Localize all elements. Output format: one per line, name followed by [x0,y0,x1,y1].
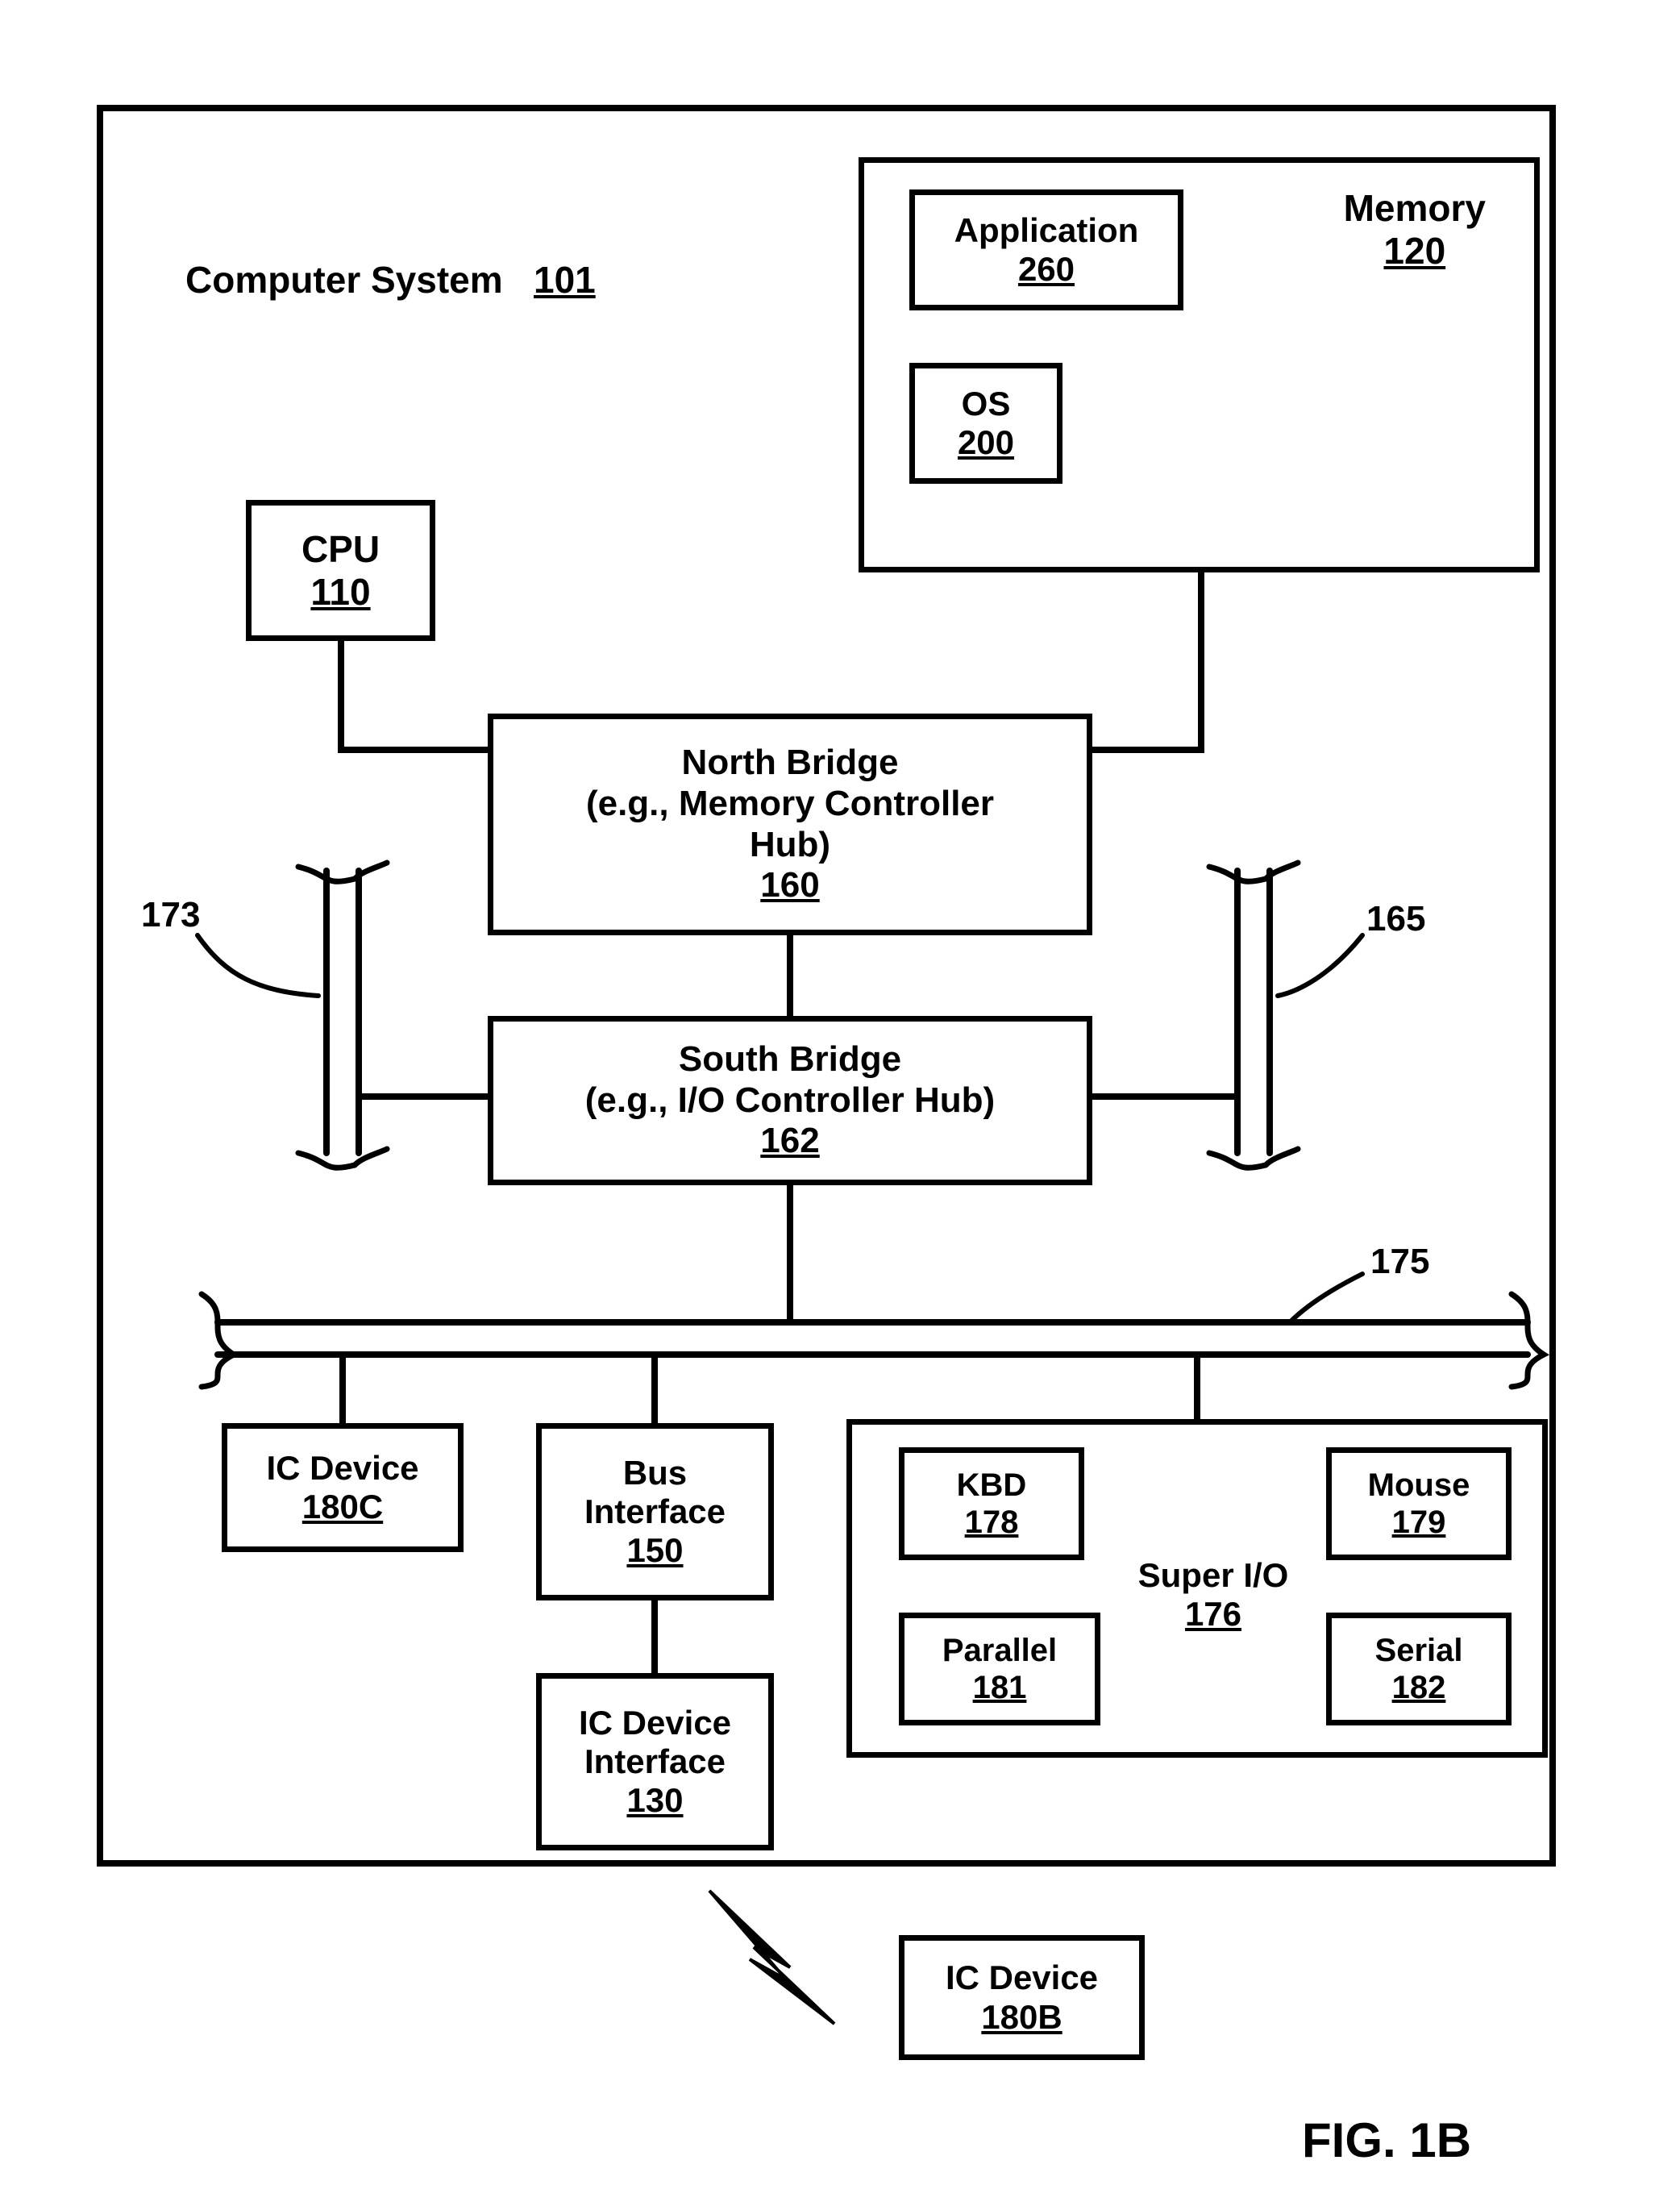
south-line2: (e.g., I/O Controller Hub) [585,1080,995,1122]
superio-text: Super I/O [1125,1556,1302,1595]
ic-device-180c-block: IC Device 180C [222,1423,464,1552]
ic180c-label: IC Device [266,1449,418,1488]
cpu-block: CPU 110 [246,500,435,641]
ic180c-ref: 180C [302,1488,383,1526]
ic180b-label: IC Device [946,1958,1098,1997]
north-line1: North Bridge [682,743,899,784]
serial-block: Serial 182 [1326,1613,1512,1725]
businterface-line2: Interface [584,1492,726,1531]
superio-ref: 176 [1125,1595,1302,1634]
wireless-bolt-icon [709,1891,834,2024]
mouse-block: Mouse 179 [1326,1447,1512,1560]
os-ref: 200 [958,423,1014,462]
south-line1: South Bridge [679,1039,901,1080]
cpu-ref: 110 [310,571,370,614]
parallel-block: Parallel 181 [899,1613,1100,1725]
south-ref: 162 [760,1121,819,1162]
page: Computer System 101 Memory 120 Applicati… [0,0,1680,2206]
bus-interface-block: Bus Interface 150 [536,1423,774,1600]
figure-caption: FIG. 1B [1302,2112,1471,2168]
north-bridge-block: North Bridge (e.g., Memory Controller Hu… [488,714,1092,935]
parallel-ref: 181 [973,1669,1027,1706]
kbd-label: KBD [957,1467,1027,1504]
kbd-block: KBD 178 [899,1447,1084,1560]
parallel-label: Parallel [942,1632,1057,1669]
ic180b-ref: 180B [981,1998,1062,2037]
serial-ref: 182 [1392,1669,1446,1706]
ic-device-interface-block: IC Device Interface 130 [536,1673,774,1850]
north-line2: (e.g., Memory Controller [586,784,994,825]
icdevif-line2: Interface [584,1742,726,1781]
application-block: Application 260 [909,189,1183,310]
north-ref: 160 [760,865,819,906]
system-title-text: Computer System [185,259,503,301]
south-bridge-block: South Bridge (e.g., I/O Controller Hub) … [488,1016,1092,1185]
callout-175: 175 [1370,1242,1429,1282]
mouse-ref: 179 [1392,1504,1446,1541]
businterface-ref: 150 [626,1531,683,1570]
mouse-label: Mouse [1368,1467,1470,1504]
icdevif-line1: IC Device [579,1704,731,1742]
north-line3: Hub) [750,825,830,866]
os-block: OS 200 [909,363,1062,484]
application-label: Application [954,211,1139,250]
application-ref: 260 [1018,250,1075,289]
callout-165: 165 [1366,899,1425,939]
icdevif-ref: 130 [626,1781,683,1820]
memory-label: Memory [1344,187,1486,230]
os-label: OS [962,385,1011,423]
system-title-ref: 101 [534,259,596,301]
businterface-line1: Bus [623,1454,687,1492]
system-title: Computer System 101 [185,258,596,302]
kbd-ref: 178 [965,1504,1019,1541]
serial-label: Serial [1375,1632,1463,1669]
ic-device-180b-block: IC Device 180B [899,1935,1145,2060]
super-io-label: Super I/O 176 [1125,1556,1302,1634]
memory-ref: 120 [1344,230,1486,273]
cpu-label: CPU [301,528,380,571]
callout-173: 173 [141,895,200,935]
